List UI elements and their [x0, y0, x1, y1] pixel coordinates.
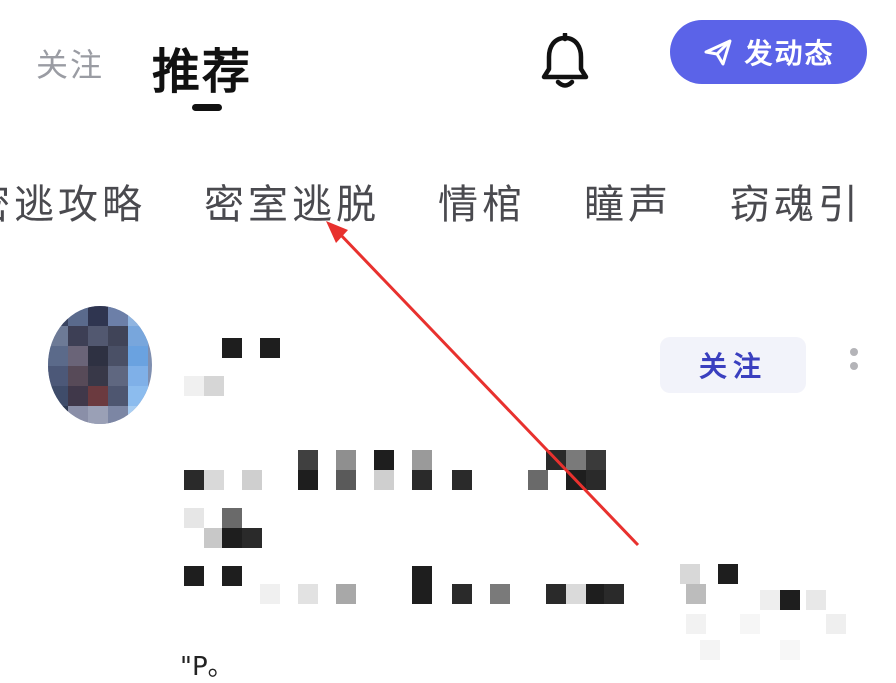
- obscured-text-block: [204, 376, 224, 396]
- category-item[interactable]: 窃魂引: [730, 172, 862, 228]
- tab-follow[interactable]: 关注: [36, 40, 104, 86]
- category-item[interactable]: 密逃攻略: [0, 172, 146, 228]
- post-text-fragment: "P。: [180, 652, 234, 682]
- category-item[interactable]: 情棺: [438, 172, 526, 228]
- category-item[interactable]: 密室逃脱: [204, 172, 380, 228]
- obscured-text-block: [184, 376, 204, 396]
- category-item[interactable]: 瞳声: [584, 172, 672, 228]
- obscured-text-block: [260, 338, 280, 358]
- bell-icon[interactable]: [538, 33, 592, 89]
- post-button[interactable]: 发动态: [670, 20, 867, 84]
- avatar[interactable]: [48, 306, 152, 424]
- send-icon: [704, 39, 732, 66]
- tab-active-indicator: [192, 104, 222, 111]
- obscured-text-block: [222, 338, 242, 358]
- category-strip[interactable]: 密逃攻略 密室逃脱 情棺 瞳声 窃魂引: [0, 172, 896, 228]
- post-button-label: 发动态: [744, 37, 835, 70]
- tab-recommend[interactable]: 推荐: [152, 32, 252, 102]
- follow-button[interactable]: 关注: [660, 337, 806, 393]
- more-vertical-icon[interactable]: [848, 348, 860, 376]
